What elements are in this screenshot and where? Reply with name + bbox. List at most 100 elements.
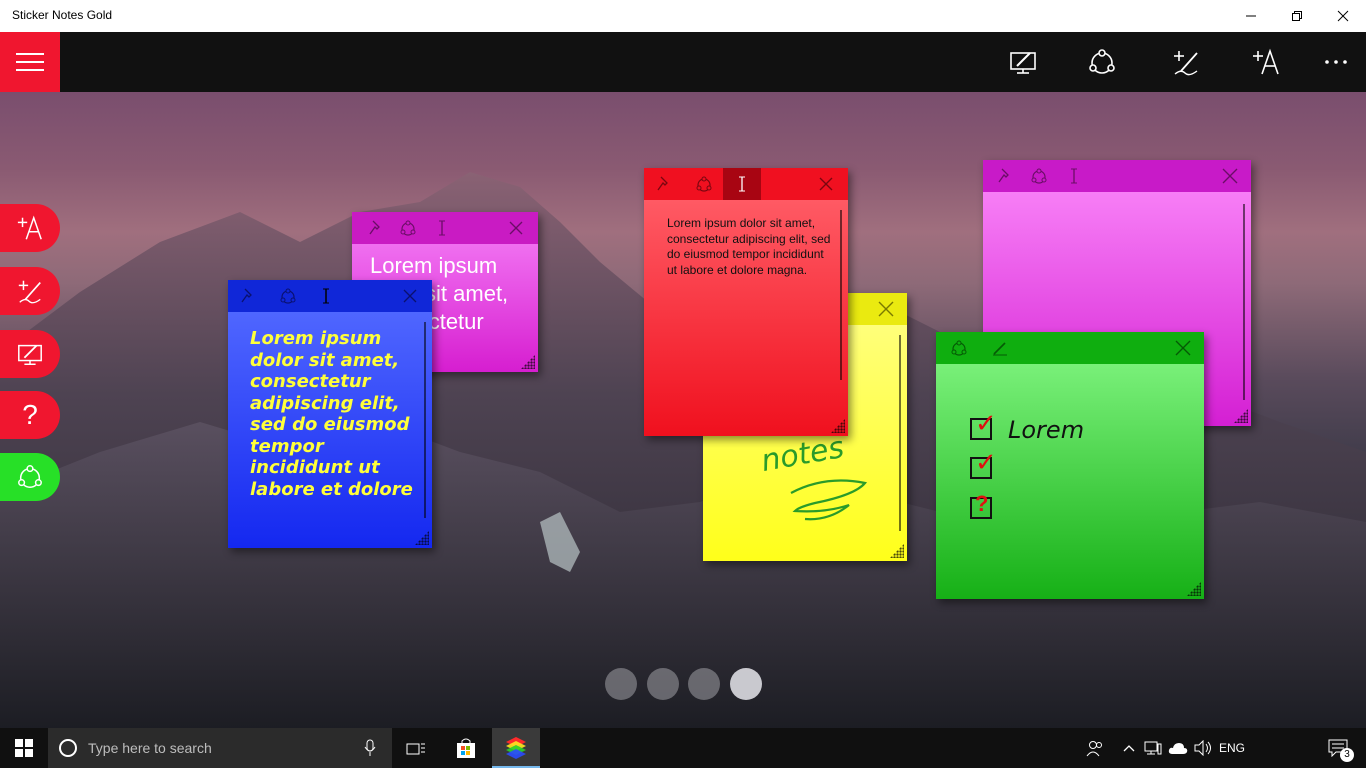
pager-dot-3[interactable] xyxy=(688,668,720,700)
speaker-icon xyxy=(1194,740,1211,756)
desktop-edit-icon xyxy=(1010,52,1036,74)
close-note-icon[interactable] xyxy=(876,299,896,319)
resize-grip-icon[interactable] xyxy=(831,419,845,433)
menu-button[interactable] xyxy=(0,32,60,92)
minimize-icon xyxy=(1246,15,1256,17)
text-cursor-icon[interactable] xyxy=(432,218,452,238)
network-button[interactable] xyxy=(1142,728,1164,768)
chevron-up-icon xyxy=(1123,745,1135,752)
pin-icon[interactable] xyxy=(366,218,386,238)
share-icon[interactable] xyxy=(1029,166,1049,186)
notification-count-badge: 3 xyxy=(1340,748,1354,762)
add-text-icon xyxy=(1253,48,1279,75)
scribble-icon xyxy=(790,479,868,521)
share-icon[interactable] xyxy=(398,218,418,238)
share-icon[interactable] xyxy=(694,174,714,194)
pencil-icon[interactable] xyxy=(990,338,1010,358)
note-body[interactable]: Lorem ipsum dolor sit amet, consectetur … xyxy=(644,200,848,436)
close-note-icon[interactable] xyxy=(816,174,836,194)
minimize-button[interactable] xyxy=(1228,0,1274,32)
resize-grip-icon[interactable] xyxy=(1234,409,1248,423)
pager-dot-2[interactable] xyxy=(647,668,679,700)
input-language-button[interactable]: ENG xyxy=(1214,728,1250,768)
note-toolbar xyxy=(936,332,1204,364)
resize-grip-icon[interactable] xyxy=(415,531,429,545)
restore-button[interactable] xyxy=(1274,0,1320,32)
resize-grip-icon[interactable] xyxy=(521,355,535,369)
resize-grip-icon[interactable] xyxy=(1187,582,1201,596)
hamburger-icon xyxy=(16,53,44,71)
more-button[interactable] xyxy=(1316,42,1356,82)
checkbox-icon[interactable]: ✓ xyxy=(970,449,997,479)
share-icon xyxy=(1089,49,1115,74)
note-handwriting: notes xyxy=(758,430,847,479)
close-note-icon[interactable] xyxy=(400,286,420,306)
note-scrollbar[interactable] xyxy=(424,322,426,518)
window-titlebar: Sticker Notes Gold xyxy=(0,0,1366,32)
add-text-icon xyxy=(17,215,42,240)
note-scrollbar[interactable] xyxy=(1243,204,1245,400)
sticker-notes-app-icon xyxy=(506,737,526,759)
pin-icon[interactable] xyxy=(995,166,1015,186)
close-note-icon[interactable] xyxy=(506,218,526,238)
share-icon[interactable] xyxy=(278,286,298,306)
pager-dot-4[interactable] xyxy=(730,668,762,700)
text-cursor-icon[interactable] xyxy=(316,286,336,306)
action-center-button[interactable]: 3 xyxy=(1318,728,1358,768)
resize-grip-icon[interactable] xyxy=(890,544,904,558)
people-button[interactable] xyxy=(1082,728,1108,768)
desktop-edit-icon xyxy=(18,344,42,366)
note-toolbar xyxy=(228,280,432,312)
note-toolbar xyxy=(983,160,1251,192)
search-placeholder: Type here to search xyxy=(88,740,212,756)
note-scrollbar[interactable] xyxy=(899,335,901,531)
close-note-icon[interactable] xyxy=(1173,338,1193,358)
app-toolbar xyxy=(0,32,1366,92)
side-help-button[interactable]: ? xyxy=(0,391,60,439)
windows-logo-icon xyxy=(15,739,33,757)
sticky-note-blue[interactable]: Lorem ipsum dolor sit amet, consectetur … xyxy=(228,280,432,548)
store-icon xyxy=(457,738,475,758)
side-add-handwriting-button[interactable] xyxy=(0,267,60,315)
text-format-toggle[interactable] xyxy=(723,168,761,200)
share-icon[interactable] xyxy=(949,338,969,358)
cloud-icon xyxy=(1168,743,1188,754)
note-body[interactable]: ✓ ✓ ? Lorem xyxy=(936,364,1204,599)
show-hidden-icons-button[interactable] xyxy=(1118,728,1140,768)
side-add-text-button[interactable] xyxy=(0,204,60,252)
desktop-edit-button[interactable] xyxy=(1003,42,1043,82)
cortana-icon xyxy=(59,739,77,757)
note-scrollbar[interactable] xyxy=(840,210,842,380)
close-button[interactable] xyxy=(1320,0,1366,32)
close-note-icon[interactable] xyxy=(1220,166,1240,186)
share-button[interactable] xyxy=(1082,42,1122,82)
network-icon xyxy=(1144,741,1162,755)
side-desktop-edit-button[interactable] xyxy=(0,330,60,378)
window-title: Sticker Notes Gold xyxy=(12,8,113,22)
task-view-button[interactable] xyxy=(396,728,436,768)
taskbar-search-box[interactable]: Type here to search xyxy=(48,728,392,768)
note-body[interactable]: Lorem ipsum dolor sit amet, consectetur … xyxy=(228,312,432,548)
onedrive-button[interactable] xyxy=(1166,728,1190,768)
add-text-button[interactable] xyxy=(1246,42,1286,82)
start-button[interactable] xyxy=(0,728,48,768)
add-handwriting-icon xyxy=(1174,51,1198,76)
text-cursor-icon[interactable] xyxy=(1064,166,1084,186)
sticker-notes-taskbar-button[interactable] xyxy=(492,728,540,768)
desktop-background: ? Lorem ipsum dolor sit amet, consectetu… xyxy=(0,92,1366,728)
checkbox-icon[interactable]: ? xyxy=(970,491,992,519)
sticky-note-red[interactable]: Lorem ipsum dolor sit amet, consectetur … xyxy=(644,168,848,436)
note-text: Lorem ipsum dolor sit amet, consectetur … xyxy=(667,216,831,277)
language-indicator: ENG xyxy=(1218,741,1245,755)
store-button[interactable] xyxy=(446,728,486,768)
checkbox-icon[interactable]: ✓ xyxy=(970,410,997,440)
sticky-note-green[interactable]: ✓ ✓ ? Lorem xyxy=(936,332,1204,599)
add-handwriting-button[interactable] xyxy=(1166,42,1206,82)
pin-icon[interactable] xyxy=(654,174,674,194)
microphone-icon[interactable] xyxy=(364,739,376,757)
pager-dot-1[interactable] xyxy=(605,668,637,700)
side-share-button[interactable] xyxy=(0,453,60,501)
volume-button[interactable] xyxy=(1192,728,1214,768)
pin-icon[interactable] xyxy=(238,286,258,306)
windows-taskbar: Type here to search ENG 3 xyxy=(0,728,1366,768)
